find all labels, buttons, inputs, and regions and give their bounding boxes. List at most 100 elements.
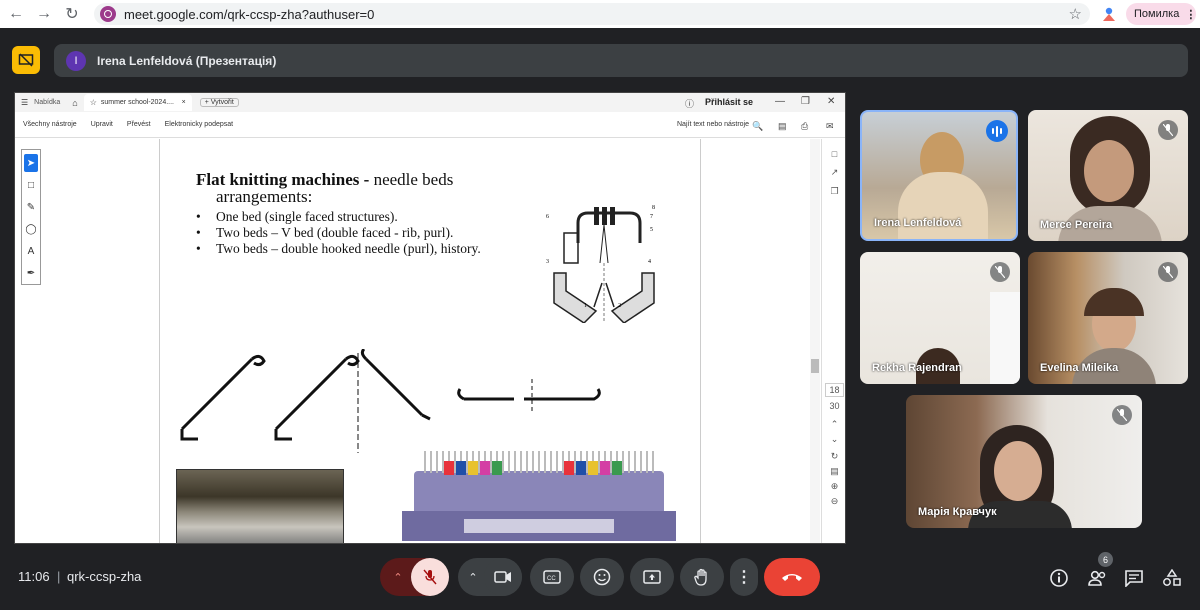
participant-name: Марія Кравчук [918, 506, 997, 518]
svg-text:CC: CC [547, 576, 556, 582]
participant-name: Rekha Rajendran [872, 362, 962, 374]
reload-icon[interactable]: ↻ [58, 0, 86, 28]
needle-bed-photo [176, 469, 344, 543]
sign-tool-icon: ✒ [26, 267, 36, 279]
url-text: meet.google.com/qrk-ccsp-zha?authuser=0 [124, 6, 375, 22]
participant-name: Merce Pereira [1040, 219, 1113, 231]
emoji-icon [593, 568, 611, 586]
participant-tile[interactable]: Марія Кравчук [906, 395, 1142, 528]
camera-toggle-button[interactable] [484, 558, 522, 596]
bookmark-star-icon[interactable]: ☆ [1069, 5, 1082, 23]
error-label: Помилка [1134, 8, 1180, 20]
tab-home-label: Nabídka [34, 99, 61, 106]
diagram-number: 8 [652, 205, 655, 211]
tab-document: ☆ summer school-2024.... × [83, 94, 192, 111]
file-icon: ▤ [830, 466, 839, 476]
slide-title-line2: arrangements: [216, 187, 313, 206]
mic-off-icon [1158, 120, 1178, 140]
present-screen-button[interactable] [630, 558, 674, 596]
restore-icon: ❐ [801, 96, 810, 107]
zoom-out-icon: ⊖ [830, 496, 839, 506]
forward-icon[interactable]: → [30, 0, 58, 28]
reactions-button[interactable] [580, 558, 624, 596]
address-bar[interactable]: meet.google.com/qrk-ccsp-zha?authuser=0 … [94, 3, 1090, 25]
rotate-icon: ↻ [830, 451, 839, 461]
extension-icon[interactable] [1100, 5, 1118, 23]
text-tool-icon: A [27, 245, 35, 257]
slide-bullets: One bed (single faced structures). Two b… [196, 209, 481, 257]
lasso-tool-icon: ◯ [25, 223, 37, 235]
activities-button[interactable] [1160, 566, 1184, 590]
audio-settings-chevron-icon[interactable]: ⌃ [388, 558, 408, 596]
menu-item: Převést [126, 121, 151, 128]
closed-captions-icon: CC [543, 570, 561, 584]
diagram-number: 3 [546, 259, 549, 265]
new-tab-button: + Vytvořit [199, 98, 239, 107]
meeting-details-button[interactable] [1047, 566, 1071, 590]
participant-name: Irena Lenfeldová [874, 217, 962, 229]
mic-off-icon [1112, 405, 1132, 425]
diagram-number: 2 [618, 303, 621, 309]
mail-icon: ✉ [826, 121, 834, 131]
star-icon: ☆ [89, 98, 97, 107]
menu-item: Upravit [90, 121, 113, 128]
back-icon[interactable]: ← [2, 0, 30, 28]
slide-bullet: Two beds – double hooked needle (purl), … [196, 241, 481, 257]
video-settings-chevron-icon[interactable]: ⌃ [464, 558, 482, 596]
mic-off-icon [1158, 262, 1178, 282]
minimize-icon: — [775, 96, 785, 107]
participant-tile[interactable]: Merce Pereira [1028, 110, 1188, 241]
mic-toggle-button[interactable] [411, 558, 449, 596]
raise-hand-button[interactable] [680, 558, 724, 596]
needle-bed-diagram: 8 7 6 5 3 4 1 2 [546, 205, 655, 323]
comment-tool-icon: □ [27, 179, 35, 191]
diagram-number: 4 [648, 259, 651, 265]
page-total: 30 [829, 401, 840, 411]
export-icon: ↗ [830, 167, 839, 177]
meeting-code: qrk-ccsp-zha [67, 569, 142, 584]
print-icon: ⎙ [801, 121, 809, 131]
comment-icon: □ [831, 149, 838, 159]
more-options-button[interactable]: ⋮ [730, 558, 758, 596]
knitting-machine-image [394, 437, 684, 543]
close-tab-icon: × [181, 99, 186, 106]
sign-in-label: Přihlásit se [705, 97, 754, 107]
hand-icon [694, 568, 707, 586]
more-vert-icon: ⋮ [736, 569, 752, 586]
mic-off-icon [990, 262, 1010, 282]
people-button[interactable] [1085, 566, 1109, 590]
find-text-label: Najít text nebo nástroje [677, 121, 749, 128]
participant-tile[interactable]: Rekha Rajendran [860, 252, 1020, 384]
leave-call-button[interactable] [764, 558, 820, 596]
chat-button[interactable] [1122, 566, 1146, 590]
captions-button[interactable]: CC [530, 558, 574, 596]
slide-title-rest: needle beds [369, 170, 454, 189]
people-count-badge: 6 [1098, 552, 1113, 567]
menu-item: Elektronicky podepsat [164, 121, 234, 128]
participant-tile[interactable]: Irena Lenfeldová [860, 110, 1018, 241]
pages-icon: ❐ [830, 186, 839, 196]
menu-item: Všechny nástroje [23, 121, 77, 128]
close-window-icon: ✕ [827, 96, 836, 107]
speaking-indicator-icon [986, 120, 1008, 142]
annotation-toolbar: ➤ □ ✎ ◯ A ✒ [21, 149, 41, 285]
select-tool-icon: ➤ [24, 154, 38, 172]
pen-tool-icon: ✎ [26, 201, 36, 213]
presenter-label: Irena Lenfeldová (Презентація) [97, 53, 277, 68]
separator: | [57, 569, 61, 584]
mic-off-icon [423, 569, 437, 585]
more-vert-icon[interactable]: ⋮ [1185, 8, 1196, 21]
site-info-icon[interactable] [100, 6, 116, 22]
menu-icon: ☰ [21, 98, 29, 107]
info-icon [1050, 569, 1068, 587]
chat-icon [1125, 570, 1143, 587]
profile-error-button[interactable]: Помилка ⋮ [1126, 3, 1196, 25]
presentation-icon[interactable] [12, 46, 40, 74]
slide-title: Flat knitting machines - needle beds arr… [196, 171, 453, 205]
slide-bullet: Two beds – V bed (double faced - rib, pu… [196, 225, 481, 241]
save-icon: ▤ [778, 121, 787, 131]
browser-toolbar: ← → ↻ meet.google.com/qrk-ccsp-zha?authu… [0, 0, 1200, 28]
zoom-in-icon: ⊕ [830, 481, 839, 491]
participant-tile[interactable]: Evelina Mileika [1028, 252, 1188, 384]
presenter-bar: I Irena Lenfeldová (Презентація) [54, 44, 1188, 77]
